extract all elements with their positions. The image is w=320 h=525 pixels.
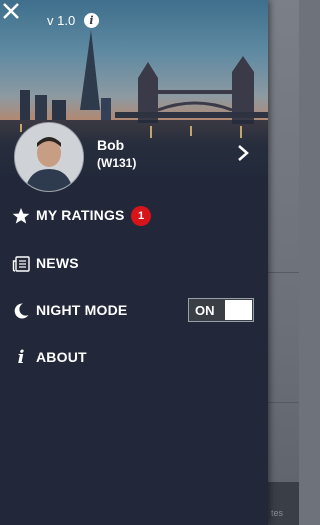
app-version: v 1.0 <box>47 13 76 28</box>
close-icon[interactable] <box>0 0 22 22</box>
menu-label: ABOUT <box>36 349 87 365</box>
ratings-count-badge: 1 <box>131 206 151 226</box>
background-page[interactable] <box>268 0 299 525</box>
toggle-knob <box>225 300 252 320</box>
menu-label: MY RATINGS <box>36 207 125 223</box>
background-footer-text: tes <box>271 508 284 518</box>
navigation-drawer: v 1.0 i Bob (W131) MY RATINGS 1 NEWS NIG… <box>0 0 268 525</box>
background-footer: tes <box>268 482 299 525</box>
profile-name[interactable]: Bob <box>97 137 124 153</box>
info-italic-icon: i <box>17 347 25 368</box>
chevron-right-icon[interactable] <box>236 144 250 162</box>
background-divider <box>268 402 299 403</box>
star-icon <box>12 208 30 224</box>
menu-label: NIGHT MODE <box>36 302 128 318</box>
avatar-photo <box>15 123 83 191</box>
toggle-state-label: ON <box>195 303 215 318</box>
background-divider <box>268 272 299 273</box>
moon-icon <box>14 303 29 319</box>
news-icon <box>12 256 30 272</box>
avatar[interactable] <box>14 122 84 192</box>
night-mode-toggle[interactable]: ON <box>188 298 254 322</box>
profile-id[interactable]: (W131) <box>97 156 136 170</box>
info-icon[interactable]: i <box>84 13 99 28</box>
menu-item-about[interactable]: i ABOUT <box>0 338 268 378</box>
menu-label: NEWS <box>36 255 79 271</box>
menu-item-news[interactable]: NEWS <box>0 244 268 284</box>
